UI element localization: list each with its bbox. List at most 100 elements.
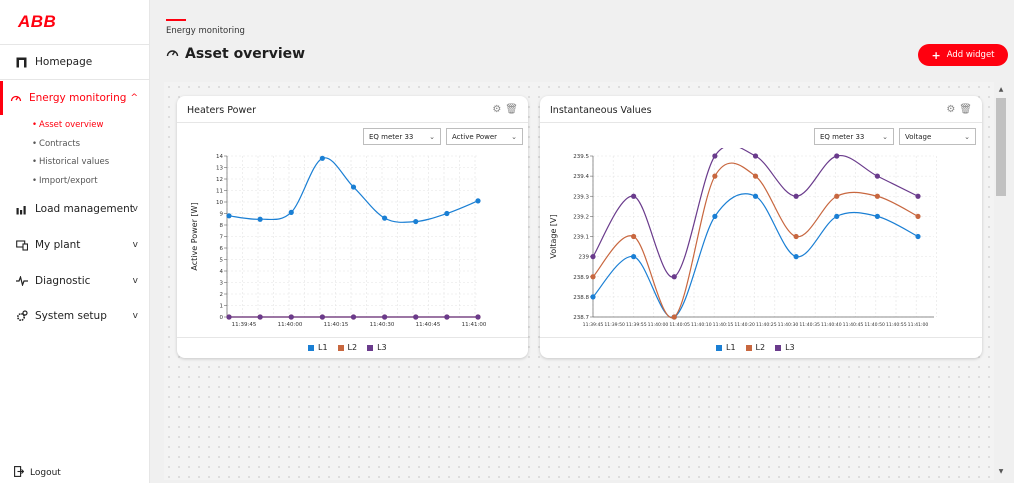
trash-icon[interactable]: 🗑 — [505, 104, 518, 115]
x-tick-label: 11:40:00 — [278, 322, 303, 328]
sidebar-item-load-management[interactable]: Load management v — [0, 192, 150, 226]
meter-select[interactable]: EQ meter 33 ⌄ — [814, 128, 894, 145]
data-point-l3 — [834, 153, 840, 159]
data-point-l1 — [793, 254, 799, 260]
y-tick-label: 12 — [216, 177, 223, 183]
y-tick-label: 239.4 — [573, 174, 589, 180]
chevron-down-icon: ⌄ — [964, 132, 970, 141]
legend-item-l3[interactable]: L3 — [775, 343, 795, 352]
meter-select[interactable]: EQ meter 33 ⌄ — [363, 128, 441, 145]
series-line-l2 — [592, 162, 919, 319]
gear-icon[interactable]: ⚙ — [946, 104, 955, 115]
legend-item-l3[interactable]: L3 — [367, 343, 387, 352]
measure-select[interactable]: Voltage ⌄ — [899, 128, 976, 145]
x-tick-label: 11:40:30 — [370, 322, 395, 328]
plus-icon: + — [931, 48, 941, 62]
y-tick-label: 2 — [220, 292, 224, 298]
logout-button[interactable]: Logout — [14, 466, 61, 480]
chevron-down-icon: v — [132, 311, 138, 321]
scrollbar-thumb[interactable] — [996, 98, 1006, 196]
sidebar-item-label: Diagnostic — [35, 275, 91, 287]
gear-icon[interactable]: ⚙ — [492, 104, 501, 115]
data-point-l2 — [671, 314, 677, 320]
legend-item-l2[interactable]: L2 — [745, 343, 765, 352]
chevron-down-icon: ⌄ — [429, 132, 435, 141]
sidebar-item-energy-monitoring[interactable]: Energy monitoring ^ — [0, 81, 150, 115]
y-tick-label: 6 — [220, 246, 224, 252]
scroll-down-arrow[interactable]: ▼ — [996, 468, 1006, 475]
sidebar-item-label: Energy monitoring — [29, 92, 127, 104]
scroll-up-arrow[interactable]: ▲ — [996, 86, 1006, 93]
data-point-l2 — [834, 193, 840, 199]
y-tick-label: 238.8 — [573, 295, 589, 301]
measure-select[interactable]: Active Power ⌄ — [446, 128, 523, 145]
sidebar-subitem-historical-values[interactable]: Historical values — [32, 157, 109, 167]
x-tick-label: 11:40:55 — [886, 322, 907, 328]
data-point-l3 — [257, 314, 263, 320]
data-point-l3 — [752, 153, 759, 159]
sidebar-item-homepage[interactable]: Homepage — [0, 45, 150, 79]
logout-label: Logout — [30, 468, 61, 478]
x-tick-label: 11:40:35 — [799, 322, 820, 328]
sidebar-subitem-asset-overview[interactable]: Asset overview — [32, 120, 103, 130]
y-axis-label: Active Power [W] — [190, 202, 199, 270]
add-widget-button[interactable]: + Add widget — [918, 44, 1008, 66]
y-tick-label: 11 — [216, 189, 223, 195]
y-tick-label: 239.3 — [573, 194, 589, 200]
x-tick-label: 11:39:50 — [604, 322, 625, 328]
widget-heaters-power: Heaters Power ⚙ 🗑 EQ meter 33 ⌄ Active P… — [177, 96, 528, 358]
measure-select-value: Voltage — [905, 132, 932, 141]
x-tick-label: 11:41:00 — [462, 322, 487, 328]
legend-item-l2[interactable]: L2 — [337, 343, 357, 352]
x-tick-label: 11:40:25 — [756, 322, 777, 328]
x-tick-label: 11:40:15 — [713, 322, 734, 328]
breadcrumb-accent — [166, 19, 186, 21]
y-tick-label: 9 — [220, 212, 224, 218]
widget-header: Heaters Power ⚙ 🗑 — [177, 96, 528, 123]
x-tick-label: 11:39:55 — [626, 322, 647, 328]
sidebar-item-my-plant[interactable]: My plant v — [0, 228, 150, 262]
chevron-down-icon: ⌄ — [511, 132, 517, 141]
sidebar-item-diagnostic[interactable]: Diagnostic v — [0, 264, 150, 298]
x-tick-label: 11:40:05 — [669, 322, 690, 328]
chevron-down-icon: v — [132, 204, 138, 214]
data-point-l2 — [590, 274, 596, 280]
widget-footer-divider — [540, 337, 982, 338]
data-point-l1 — [444, 210, 450, 217]
sidebar-item-label: System setup — [35, 310, 107, 322]
sidebar-item-system-setup[interactable]: System setup v — [0, 299, 150, 333]
data-point-l2 — [793, 233, 799, 240]
data-point-l3 — [413, 314, 419, 320]
gauge-icon — [9, 92, 22, 105]
data-point-l3 — [226, 314, 232, 320]
abb-logo[interactable]: ABB — [18, 12, 56, 32]
y-tick-label: 13 — [216, 166, 223, 172]
legend-item-l1[interactable]: L1 — [308, 343, 328, 352]
sidebar-subitem-contracts[interactable]: Contracts — [32, 139, 80, 149]
data-point-l2 — [915, 213, 921, 219]
chevron-down-icon: v — [132, 240, 138, 250]
chart-legend: L1 L2 L3 — [308, 343, 387, 352]
x-tick-label: 11:39:45 — [583, 322, 604, 328]
series-line-l3 — [592, 148, 919, 278]
trash-icon[interactable]: 🗑 — [959, 104, 972, 115]
data-point-l1 — [288, 209, 294, 215]
x-tick-label: 11:40:15 — [324, 322, 349, 328]
meter-select-value: EQ meter 33 — [820, 132, 865, 141]
data-point-l3 — [350, 314, 357, 320]
y-tick-label: 239.5 — [573, 154, 589, 160]
y-tick-label: 10 — [216, 200, 223, 206]
legend-item-l1[interactable]: L1 — [716, 343, 736, 352]
breadcrumb[interactable]: Energy monitoring — [166, 26, 245, 36]
y-tick-label: 5 — [220, 258, 224, 264]
data-point-l1 — [475, 198, 481, 204]
y-tick-label: 3 — [220, 281, 224, 287]
data-point-l1 — [834, 213, 840, 219]
data-point-l3 — [319, 314, 325, 320]
data-point-l2 — [631, 233, 637, 240]
sidebar-subitem-import-export[interactable]: Import/export — [32, 176, 98, 186]
data-point-l1 — [319, 155, 325, 161]
widget-footer-divider — [177, 337, 528, 338]
data-point-l1 — [590, 294, 596, 300]
plant-icon — [15, 239, 28, 252]
